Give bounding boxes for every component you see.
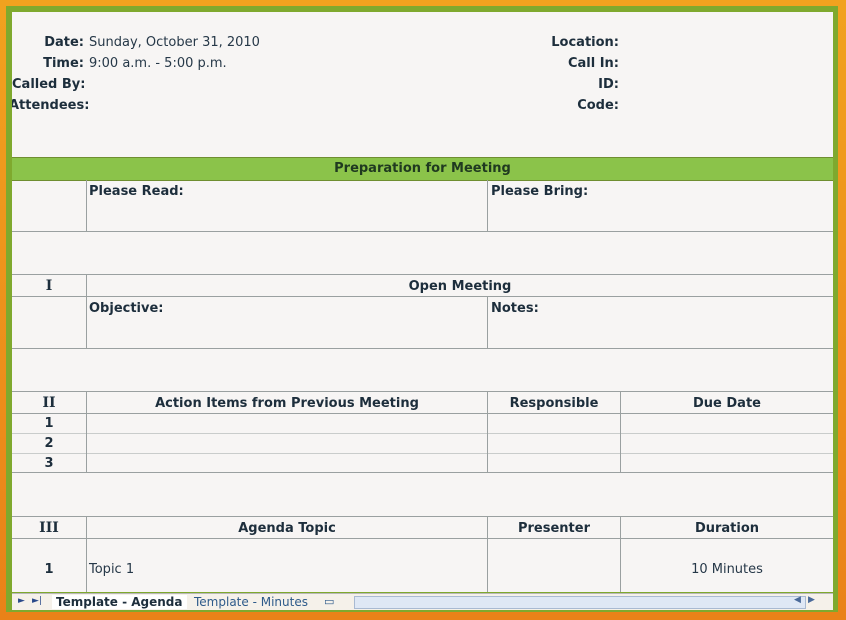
tab-template-agenda[interactable]: Template - Agenda (52, 595, 187, 609)
section-numeral-iii: III (39, 520, 59, 536)
divider (12, 231, 833, 232)
divider (12, 433, 833, 434)
agenda-topic-header: Agenda Topic (238, 521, 336, 536)
open-meeting-title: Open Meeting (408, 279, 512, 294)
divider (487, 180, 488, 232)
please-bring-label: Please Bring: (491, 184, 589, 199)
date-value[interactable]: Sunday, October 31, 2010 (89, 35, 260, 50)
time-value[interactable]: 9:00 a.m. - 5:00 p.m. (89, 56, 227, 71)
divider (487, 296, 488, 349)
insert-sheet-icon[interactable]: ▭ (324, 595, 334, 609)
duration-header: Duration (694, 521, 760, 536)
notes-label: Notes: (491, 301, 539, 316)
divider (12, 472, 833, 473)
table-row-number: 1 (44, 416, 54, 431)
presenter-header: Presenter (517, 521, 590, 536)
agenda-duration-cell[interactable]: 10 Minutes (621, 562, 833, 577)
tab-template-minutes[interactable]: Template - Minutes (194, 595, 308, 609)
called-by-label: Called By: (12, 77, 86, 92)
tab-nav-next-icon[interactable]: ► (18, 596, 25, 606)
agenda-topic-cell[interactable]: Topic 1 (89, 562, 134, 577)
horizontal-scrollbar[interactable] (354, 596, 806, 609)
divider (12, 516, 833, 517)
divider (12, 348, 833, 349)
table-row-number: 3 (44, 456, 54, 471)
divider (12, 413, 833, 414)
divider (86, 180, 87, 232)
scroll-left-icon[interactable]: ◀ (794, 595, 801, 605)
divider (12, 538, 833, 539)
location-label: Location: (551, 35, 619, 50)
responsible-header: Responsible (509, 396, 599, 411)
section-numeral-i: I (45, 278, 53, 294)
divider (12, 453, 833, 454)
please-read-label: Please Read: (89, 184, 184, 199)
action-items-header: Action Items from Previous Meeting (155, 396, 419, 411)
due-date-header: Due Date (693, 396, 761, 411)
scroll-right-icon[interactable]: ▶ (808, 595, 815, 605)
code-label: Code: (577, 98, 619, 113)
prep-header-band: Preparation for Meeting (12, 157, 833, 181)
id-label: ID: (598, 77, 619, 92)
divider (12, 296, 833, 297)
attendees-label: Attendees: (12, 98, 90, 113)
call-in-label: Call In: (567, 56, 619, 71)
divider (12, 274, 833, 275)
spreadsheet: Date: Sunday, October 31, 2010 Time: 9:0… (12, 12, 833, 592)
tab-nav-last-icon[interactable]: ►| (32, 596, 42, 606)
divider (12, 391, 833, 392)
table-row-number: 1 (44, 562, 54, 577)
section-numeral-ii: II (42, 395, 56, 411)
time-label: Time: (43, 56, 84, 71)
table-row-number: 2 (44, 436, 54, 451)
objective-label: Objective: (89, 301, 164, 316)
prep-title: Preparation for Meeting (334, 161, 511, 176)
date-label: Date: (44, 35, 84, 50)
sheet-tab-bar: ► ►| Template - Agenda Template - Minute… (12, 593, 833, 610)
